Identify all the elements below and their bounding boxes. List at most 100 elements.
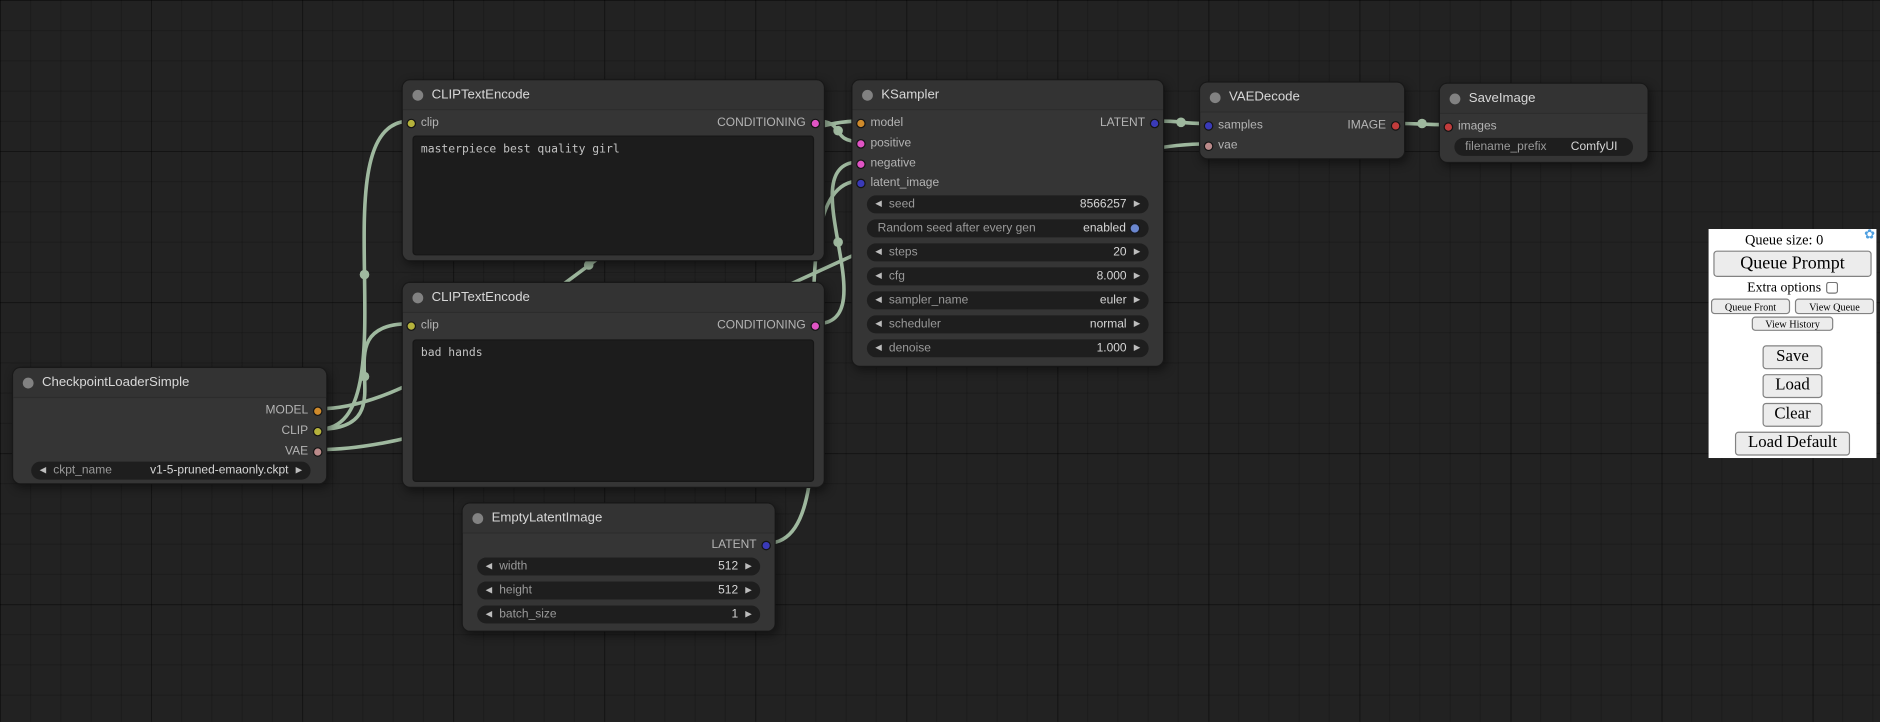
load-button[interactable]: Load xyxy=(1763,374,1823,398)
widget-label: denoise xyxy=(889,342,931,355)
view-history-button[interactable]: View History xyxy=(1752,317,1834,331)
toggle-enabled-dot[interactable] xyxy=(1129,223,1140,234)
node-vae-decode[interactable]: VAEDecode samples IMAGE vae xyxy=(1199,82,1405,160)
link-midpoint-dot xyxy=(360,372,370,382)
widget-value: 8566257 xyxy=(1080,198,1127,211)
increment-arrow-icon[interactable]: ▶ xyxy=(296,466,302,474)
node-title: CheckpointLoaderSimple xyxy=(42,375,189,389)
decrement-arrow-icon[interactable]: ◀ xyxy=(486,586,492,594)
node-ksampler[interactable]: KSampler model LATENT positive negative … xyxy=(851,79,1164,367)
cfg-widget[interactable]: ◀ cfg 8.000 ▶ xyxy=(867,267,1149,285)
height-widget[interactable]: ◀ height 512 ▶ xyxy=(477,582,760,600)
positive-input-dot[interactable] xyxy=(856,138,866,148)
decrement-arrow-icon[interactable]: ◀ xyxy=(875,344,881,352)
node-title-bar[interactable]: VAEDecode xyxy=(1200,83,1404,113)
steps-widget[interactable]: ◀ steps 20 ▶ xyxy=(867,243,1149,261)
ckpt-name-widget[interactable]: ◀ ckpt_name v1-5-pruned-emaonly.ckpt ▶ xyxy=(31,462,310,480)
slot-label: CONDITIONING xyxy=(717,116,806,129)
increment-arrow-icon[interactable]: ▶ xyxy=(745,586,751,594)
positive-prompt-textarea[interactable]: masterpiece best quality girl xyxy=(412,135,814,255)
node-title-bar[interactable]: CheckpointLoaderSimple xyxy=(13,368,326,398)
scheduler-widget[interactable]: ◀ scheduler normal ▶ xyxy=(867,315,1149,333)
widget-value: 512 xyxy=(718,560,738,573)
node-title-bar[interactable]: CLIPTextEncode xyxy=(403,80,824,110)
conditioning-output-dot[interactable] xyxy=(811,118,821,128)
decrement-arrow-icon[interactable]: ◀ xyxy=(40,466,46,474)
output-slot-clip: CLIP xyxy=(13,421,326,441)
latent-output-dot[interactable] xyxy=(1150,118,1160,128)
node-collapse-dot[interactable] xyxy=(1450,93,1461,104)
slot-label: LATENT xyxy=(711,538,756,551)
clear-button[interactable]: Clear xyxy=(1763,403,1823,427)
seed-widget[interactable]: ◀ seed 8566257 ▶ xyxy=(867,195,1149,213)
widget-label: batch_size xyxy=(499,608,556,621)
node-title-bar[interactable]: CLIPTextEncode xyxy=(403,283,824,313)
widget-value: 512 xyxy=(718,584,738,597)
slot-label: latent_image xyxy=(870,176,939,189)
increment-arrow-icon[interactable]: ▶ xyxy=(1134,272,1140,280)
images-input-dot[interactable] xyxy=(1444,122,1454,132)
latent-image-input-dot[interactable] xyxy=(856,178,866,188)
node-collapse-dot[interactable] xyxy=(1210,92,1221,103)
link-midpoint-dot xyxy=(833,126,843,136)
widget-label: scheduler xyxy=(889,318,941,331)
node-collapse-dot[interactable] xyxy=(862,89,873,100)
decrement-arrow-icon[interactable]: ◀ xyxy=(875,320,881,328)
decrement-arrow-icon[interactable]: ◀ xyxy=(486,562,492,570)
node-collapse-dot[interactable] xyxy=(472,513,483,524)
image-output-dot[interactable] xyxy=(1391,120,1401,130)
latent-output-dot[interactable] xyxy=(761,540,771,550)
decrement-arrow-icon[interactable]: ◀ xyxy=(875,248,881,256)
output-slot-conditioning: CONDITIONING xyxy=(403,315,824,335)
increment-arrow-icon[interactable]: ▶ xyxy=(745,562,751,570)
widget-value: 20 xyxy=(1113,246,1126,259)
load-default-button[interactable]: Load Default xyxy=(1735,432,1850,456)
negative-input-dot[interactable] xyxy=(856,159,866,169)
width-widget[interactable]: ◀ width 512 ▶ xyxy=(477,558,760,576)
queue-front-button[interactable]: Queue Front xyxy=(1711,299,1790,315)
conditioning-output-dot[interactable] xyxy=(811,321,821,331)
clip-output-dot[interactable] xyxy=(313,426,323,436)
output-slot-latent: LATENT xyxy=(463,535,775,555)
denoise-widget[interactable]: ◀ denoise 1.000 ▶ xyxy=(867,339,1149,357)
node-collapse-dot[interactable] xyxy=(23,377,34,388)
settings-flower-icon[interactable]: ✿ xyxy=(1864,229,1875,242)
increment-arrow-icon[interactable]: ▶ xyxy=(745,610,751,618)
increment-arrow-icon[interactable]: ▶ xyxy=(1134,248,1140,256)
view-queue-button[interactable]: View Queue xyxy=(1795,299,1874,315)
node-clip-text-encode-negative[interactable]: CLIPTextEncode clip CONDITIONING bad han… xyxy=(402,282,825,488)
widget-label: Random seed after every gen xyxy=(878,222,1036,235)
input-slot-positive: positive xyxy=(852,133,1163,153)
queue-prompt-button[interactable]: Queue Prompt xyxy=(1713,251,1871,277)
increment-arrow-icon[interactable]: ▶ xyxy=(1134,320,1140,328)
node-collapse-dot[interactable] xyxy=(412,89,423,100)
node-empty-latent-image[interactable]: EmptyLatentImage LATENT ◀ width 512 ▶ ◀ … xyxy=(462,502,776,631)
node-checkpoint-loader[interactable]: CheckpointLoaderSimple MODEL CLIP VAE ◀ … xyxy=(12,367,327,485)
node-collapse-dot[interactable] xyxy=(412,292,423,303)
decrement-arrow-icon[interactable]: ◀ xyxy=(875,296,881,304)
decrement-arrow-icon[interactable]: ◀ xyxy=(486,610,492,618)
increment-arrow-icon[interactable]: ▶ xyxy=(1134,200,1140,208)
extra-options-checkbox[interactable] xyxy=(1826,282,1838,294)
increment-arrow-icon[interactable]: ▶ xyxy=(1134,296,1140,304)
link-midpoint-dot xyxy=(833,237,843,247)
vae-output-dot[interactable] xyxy=(313,447,323,457)
decrement-arrow-icon[interactable]: ◀ xyxy=(875,272,881,280)
node-save-image[interactable]: SaveImage images filename_prefix ComfyUI xyxy=(1439,83,1649,163)
sampler-name-widget[interactable]: ◀ sampler_name euler ▶ xyxy=(867,291,1149,309)
model-output-dot[interactable] xyxy=(313,406,323,416)
vae-input-dot[interactable] xyxy=(1204,141,1214,151)
node-clip-text-encode-positive[interactable]: CLIPTextEncode clip CONDITIONING masterp… xyxy=(402,79,825,261)
negative-prompt-textarea[interactable]: bad hands xyxy=(412,339,814,482)
increment-arrow-icon[interactable]: ▶ xyxy=(1134,344,1140,352)
random-seed-toggle-widget[interactable]: Random seed after every gen enabled xyxy=(867,219,1149,237)
slot-label: VAE xyxy=(285,445,308,458)
decrement-arrow-icon[interactable]: ◀ xyxy=(875,200,881,208)
node-graph-canvas[interactable]: CheckpointLoaderSimple MODEL CLIP VAE ◀ … xyxy=(0,0,1880,722)
filename-prefix-widget[interactable]: filename_prefix ComfyUI xyxy=(1454,138,1633,156)
node-title-bar[interactable]: EmptyLatentImage xyxy=(463,504,775,534)
node-title-bar[interactable]: SaveImage xyxy=(1440,84,1647,114)
batch-size-widget[interactable]: ◀ batch_size 1 ▶ xyxy=(477,605,760,623)
node-title-bar[interactable]: KSampler xyxy=(852,80,1163,110)
save-button[interactable]: Save xyxy=(1763,345,1823,369)
